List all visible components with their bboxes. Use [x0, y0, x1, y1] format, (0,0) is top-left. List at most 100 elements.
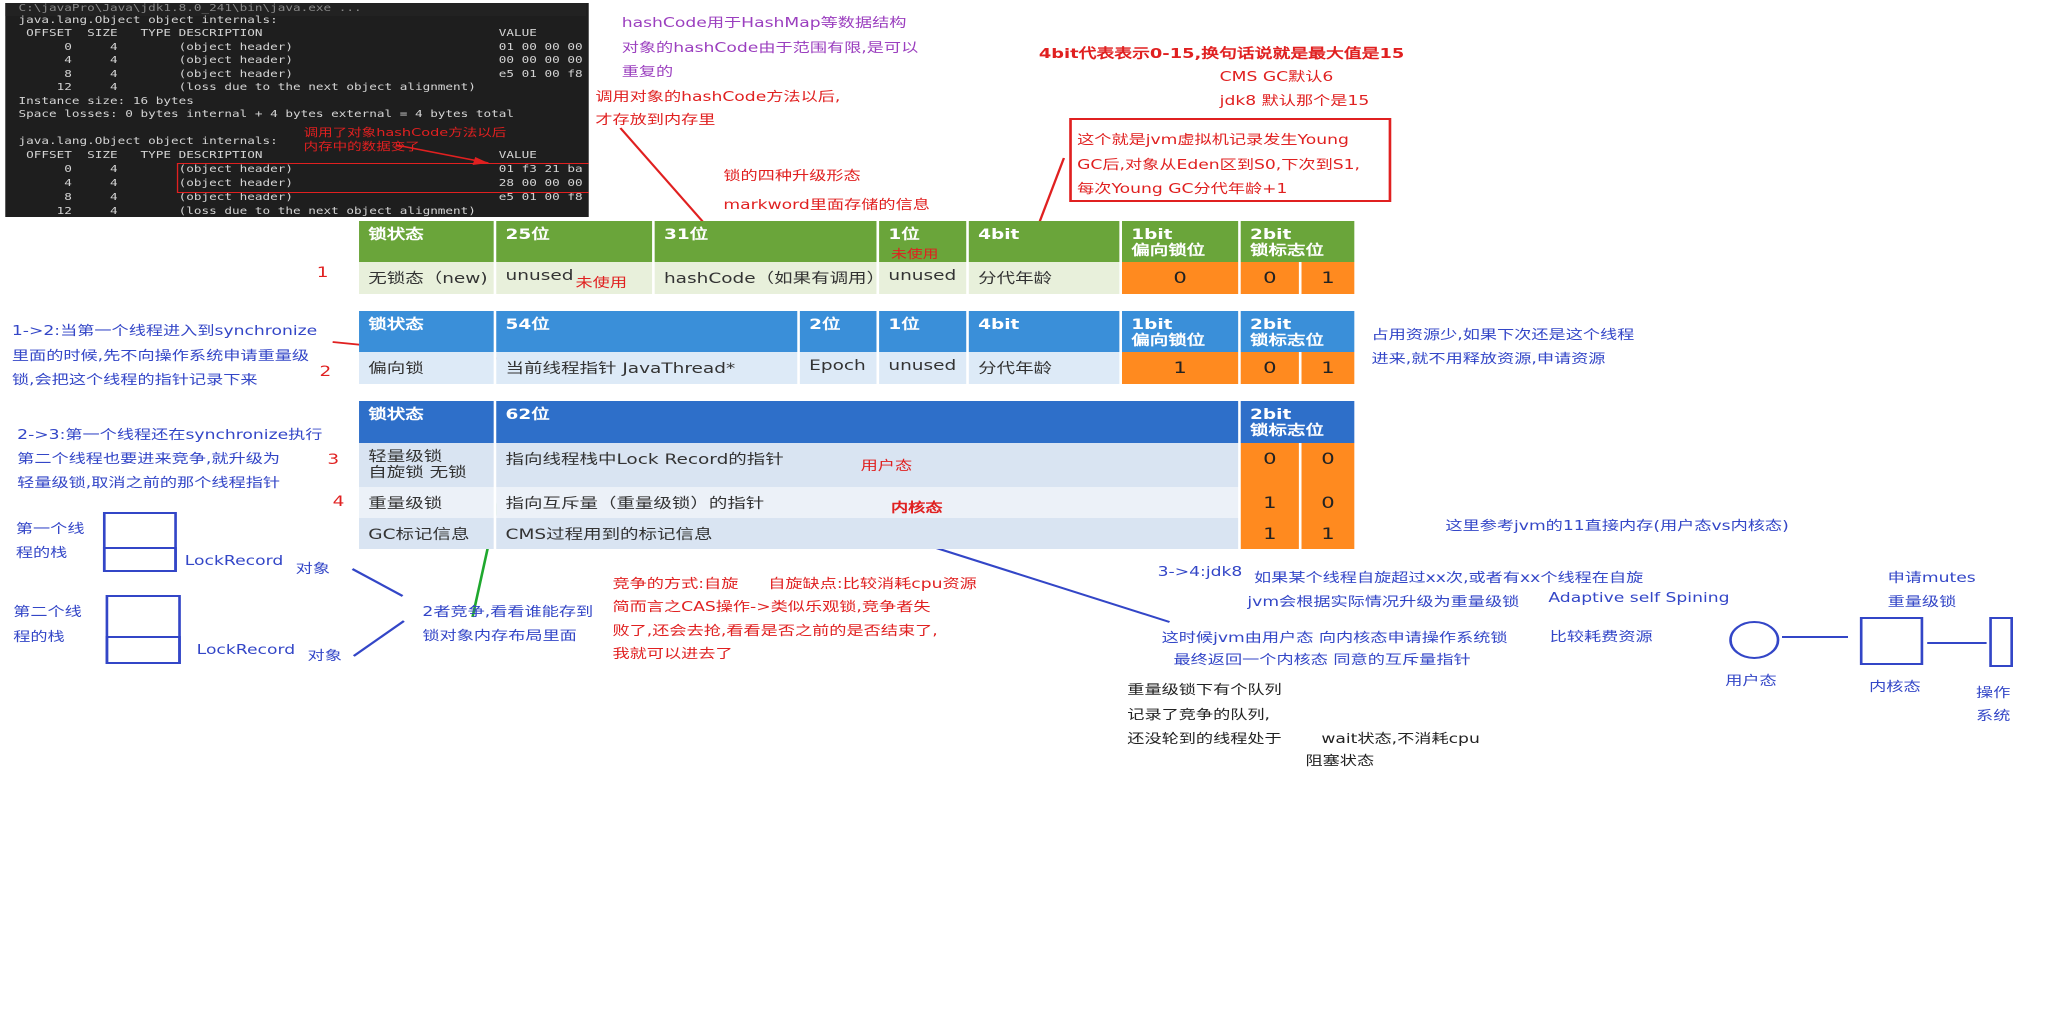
note-jdk8-default: jdk8 默认那个是15	[1219, 94, 1370, 109]
stack1-label: 第一个线	[15, 522, 85, 537]
flag-bit-cell: 1	[1240, 487, 1302, 518]
flag-bit-cell: 1	[1240, 518, 1302, 549]
note-queue-1: 重量级锁下有个队列	[1127, 683, 1282, 698]
note-unused-1: 未使用	[891, 247, 939, 261]
thread2-lockrecord-slot	[105, 636, 181, 664]
note-mutex-2: 重量级锁	[1887, 595, 1957, 610]
header-cell: 54位	[496, 311, 800, 352]
note-4bit: 4bit代表表示0-15,换句话说就是最大值是15	[1038, 46, 1405, 62]
flow-label-kernel: 内核态	[1869, 680, 1921, 695]
arrow-head	[472, 157, 489, 165]
diagram-canvas: C:\javaPro\Java\jdk1.8.0_241\bin\java.ex…	[0, 0, 2049, 1018]
flow-label-user: 用户态	[1725, 674, 1777, 689]
note-unused-2: 未使用	[575, 276, 628, 291]
object-label: 对象	[295, 562, 331, 577]
header-line: 2bit	[1250, 227, 1292, 243]
flag-bit-cell: 0	[1301, 443, 1355, 487]
flag-bit-cell: 0	[1240, 262, 1302, 294]
note-spin-2: 自旋缺点:比较消耗cpu资源	[768, 577, 977, 592]
stack2-label: 第二个线	[13, 605, 82, 620]
header-line: 1bit	[1131, 317, 1173, 333]
step-number: 4	[332, 494, 345, 510]
header-cell: 锁状态	[359, 221, 497, 262]
note-markword: markword里面存储的信息	[723, 198, 930, 213]
header-line: 锁标志位	[1250, 243, 1324, 259]
note-cms-default: CMS GC默认6	[1219, 70, 1334, 85]
header-line: 锁标志位	[1250, 423, 1324, 439]
header-line: 2bit	[1250, 317, 1292, 333]
header-cell: 锁状态	[359, 401, 497, 443]
markword-table-biased: 锁状态 54位 2位 1位 4bit 1bit 偏向锁位 2bit 锁标志位 偏向锁…	[359, 311, 1355, 384]
note-kernel-1: 这时候jvm由用户态 向内核态申请操作系统锁	[1161, 631, 1508, 646]
header-line: 锁标志位	[1250, 333, 1324, 349]
flag-bit-cell: 1	[1301, 262, 1355, 294]
header-line: 2bit	[1250, 407, 1292, 423]
header-cell: 4bit	[968, 311, 1122, 352]
note-young-2: GC后,对象从Eden区到S0,下次到S1,	[1077, 158, 1361, 173]
markword-table-locks: 锁状态 62位 2bit 锁标志位 轻量级锁 自旋锁 无锁 指向线程栈中Lock R…	[359, 401, 1355, 549]
note-step34-2: 如果某个线程自旋超过xx次,或者有xx个线程在自旋	[1254, 571, 1644, 586]
row-cell: hashCode（如果有调用）	[654, 262, 880, 294]
header-cell: 1位	[879, 311, 969, 352]
flag-bit-cell: 1	[1301, 518, 1355, 549]
thread1-lockrecord-slot	[102, 547, 177, 572]
bias-bit-cell: 0	[1122, 262, 1241, 294]
flag-bit-cell: 0	[1240, 443, 1302, 487]
note-four-forms: 锁的四种升级形态	[723, 169, 861, 184]
header-cell: 4bit	[968, 221, 1122, 262]
note-step12-2: 里面的时候,先不向操作系统申请重量级	[11, 349, 310, 364]
note-step12-1: 1->2:当第一个线程进入到synchronize	[11, 324, 318, 339]
step-number: 3	[327, 452, 340, 468]
row-cell: 重量级锁	[359, 487, 497, 518]
note-step12-3: 锁,会把这个线程的指针记录下来	[11, 373, 258, 388]
note-step34-1: 3->4:jdk8	[1157, 565, 1243, 580]
row-line: 轻量级锁	[368, 449, 443, 465]
note-step23-2: 第二个线程也要进来竞争,就升级为	[17, 452, 281, 467]
note-spin-3: 简而言之CAS操作->类似乐观锁,竞争者失	[612, 600, 931, 615]
os-rectangle	[1989, 617, 2014, 667]
note-hashcode-1: hashCode用于HashMap等数据结构	[621, 16, 907, 31]
row-cell: 偏向锁	[359, 352, 497, 384]
markword-table-unlocked: 锁状态 25位 31位 1位 4bit 1bit 偏向锁位 2bit 锁标志位 无锁…	[359, 221, 1355, 294]
note-kernel-mode: 内核态	[891, 501, 943, 516]
lockrecord-label: LockRecord	[196, 643, 296, 658]
row-cell: 分代年龄	[968, 262, 1122, 294]
header-cell: 25位	[496, 221, 655, 262]
header-cell: 2bit 锁标志位	[1240, 221, 1355, 262]
header-cell: 2位	[799, 311, 880, 352]
note-step23-3: 轻量级锁,取消之前的那个线程指针	[17, 476, 281, 491]
row-cell: 轻量级锁 自旋锁 无锁	[359, 443, 497, 487]
row-cell: 指向互斥量（重量级锁）的指针	[496, 487, 1241, 518]
stack1-label: 程的栈	[15, 546, 68, 561]
stack1-pointer-line	[351, 568, 404, 597]
note-hashcode-2: 对象的hashCode由于范围有限,是可以	[621, 41, 919, 56]
header-cell: 锁状态	[359, 311, 497, 352]
header-cell: 31位	[654, 221, 880, 262]
note-queue-2: 记录了竞争的队列,	[1127, 708, 1271, 723]
flow-label-os: 操作	[1976, 686, 2011, 701]
bias-bit-cell: 1	[1122, 352, 1241, 384]
header-line: 偏向锁位	[1131, 243, 1206, 259]
note-young-1: 这个就是jvm虚拟机记录发生Young	[1077, 133, 1349, 148]
object-label: 对象	[307, 649, 342, 664]
header-line: 偏向锁位	[1131, 333, 1206, 349]
row-cell: 当前线程指针 JavaThread*	[496, 352, 800, 384]
row-cell: 无锁态（new)	[359, 262, 497, 294]
note-mutex-1: 申请mutes	[1887, 571, 1976, 586]
lockrecord-label: LockRecord	[184, 554, 284, 569]
flag-bit-cell: 1	[1301, 352, 1355, 384]
stack2-label: 程的栈	[13, 630, 65, 645]
note-hashcode-4: 调用对象的hashCode方法以后,	[595, 90, 841, 105]
note-young-3: 每次Young GC分代年龄+1	[1077, 182, 1288, 197]
row-cell: CMS过程用到的标记信息	[496, 518, 1241, 549]
note-cost: 比较耗费资源	[1549, 630, 1653, 645]
step-number: 2	[319, 364, 332, 380]
step-number: 1	[316, 265, 329, 281]
header-cell: 1bit 偏向锁位	[1122, 311, 1241, 352]
row-cell: unused	[879, 262, 969, 294]
flag-bit-cell: 0	[1240, 352, 1302, 384]
note-user-mode: 用户态	[860, 459, 913, 474]
note-hashcode-3: 重复的	[621, 65, 674, 80]
row-cell: 分代年龄	[968, 352, 1122, 384]
note-biased-1: 占用资源少,如果下次还是这个线程	[1371, 328, 1635, 343]
